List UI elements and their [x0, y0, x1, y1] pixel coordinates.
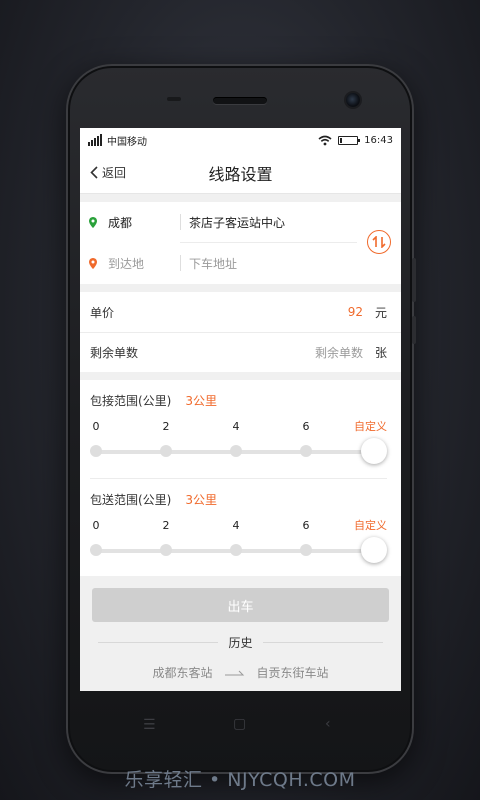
unit-price-input[interactable]: 92 [348, 305, 363, 319]
swap-icon [372, 236, 386, 248]
range-section: 包接范围(公里) 3公里 自定义 0 2 4 6 包送范围(公里) 3公里 自定义 0… [80, 380, 401, 576]
tick-label: 0 [92, 519, 100, 532]
earpiece-speaker [213, 97, 267, 104]
back-key-icon[interactable]: ‹ [325, 716, 331, 732]
destination-city-input[interactable]: 到达地 [106, 255, 180, 272]
arrow-right-icon [224, 670, 244, 675]
history-header: 历史 [98, 634, 383, 650]
remaining-label: 剩余单数 [90, 346, 139, 360]
home-key-icon[interactable]: ▢ [233, 716, 246, 732]
origin-city[interactable]: 成都 [106, 214, 180, 231]
signal-icon [88, 134, 102, 146]
bottom-area: 出车 历史 成都东客站 自贡东街车站 [80, 576, 401, 681]
menu-key-icon[interactable]: ☰ [143, 717, 156, 733]
remaining-row: 剩余单数 剩余单数 张 [80, 332, 401, 372]
slider-stop[interactable] [160, 544, 172, 556]
divider [180, 255, 181, 271]
origin-row[interactable]: 成都 茶店子客运站中心 [80, 202, 361, 242]
page-title: 线路设置 [208, 164, 273, 184]
wifi-icon [318, 135, 332, 145]
tick-label: 6 [302, 519, 310, 532]
slider-stop[interactable] [90, 544, 102, 556]
slider-stop[interactable] [90, 445, 102, 457]
carrier-label: 中国移动 [107, 136, 147, 148]
front-camera [346, 93, 360, 107]
watermark: 乐享轻汇 • NJYCQH.COM [124, 769, 356, 791]
dropoff-range-label: 包送范围(公里) [90, 493, 172, 507]
slider-stop[interactable] [230, 445, 242, 457]
tick-label: 2 [162, 519, 170, 532]
clock: 16:43 [364, 134, 393, 146]
swap-button[interactable] [367, 230, 391, 254]
tick-label: 2 [162, 420, 170, 433]
remaining-input[interactable]: 剩余单数 [315, 344, 363, 361]
history-item[interactable]: 成都东客站 自贡东街车站 [80, 664, 401, 681]
divider [180, 214, 181, 230]
nav-bar: 返回 线路设置 [80, 152, 401, 194]
history-to: 自贡东街车站 [256, 666, 329, 680]
slider-knob[interactable] [361, 438, 387, 464]
history-title: 历史 [218, 636, 263, 650]
pickup-range-label: 包接范围(公里) [90, 394, 172, 408]
slider-knob[interactable] [361, 537, 387, 563]
status-bar: 中国移动 16:43 [80, 128, 401, 152]
tick-label: 0 [92, 420, 100, 433]
unit-price-unit: 元 [374, 305, 387, 320]
chevron-left-icon [90, 166, 98, 179]
route-section: 成都 茶店子客运站中心 到达地 下车地址 [80, 202, 401, 284]
tick-label: 6 [302, 420, 310, 433]
back-button[interactable]: 返回 [80, 164, 126, 181]
slider-stop[interactable] [160, 445, 172, 457]
destination-pin-icon [80, 257, 106, 269]
power-button [412, 316, 416, 344]
tick-label: 4 [232, 519, 240, 532]
depart-button[interactable]: 出车 [92, 588, 389, 622]
volume-button [412, 258, 416, 302]
destination-station-input[interactable]: 下车地址 [189, 255, 237, 272]
app-screen: 中国移动 16:43 返回 线路设置 成都 茶店子客运站中心 到达地 下车地址 … [80, 128, 401, 691]
pickup-custom-label[interactable]: 自定义 [354, 418, 387, 434]
dropoff-range: 包送范围(公里) 3公里 自定义 0 2 4 6 [90, 478, 387, 576]
tick-label: 4 [232, 420, 240, 433]
pickup-range-value: 3公里 [185, 394, 218, 408]
remaining-unit: 张 [374, 346, 387, 360]
slider-stop[interactable] [230, 544, 242, 556]
system-nav-keys: ☰ ▢ ‹ [140, 716, 340, 740]
battery-icon [338, 135, 361, 145]
pricing-section: 单价 92 元 剩余单数 剩余单数 张 [80, 292, 401, 372]
dropoff-custom-label[interactable]: 自定义 [354, 517, 387, 533]
slider-stop[interactable] [300, 445, 312, 457]
back-label: 返回 [102, 166, 127, 180]
dropoff-range-value: 3公里 [185, 493, 218, 507]
destination-row[interactable]: 到达地 下车地址 [80, 243, 361, 283]
history-from: 成都东客站 [152, 666, 213, 680]
proximity-sensor [167, 97, 181, 101]
unit-price-label: 单价 [90, 305, 115, 320]
pickup-range: 包接范围(公里) 3公里 自定义 0 2 4 6 [90, 380, 387, 478]
origin-station[interactable]: 茶店子客运站中心 [189, 214, 285, 231]
slider-stop[interactable] [300, 544, 312, 556]
unit-price-row: 单价 92 元 [80, 292, 401, 332]
battery-level [340, 137, 343, 143]
origin-pin-icon [80, 216, 106, 228]
